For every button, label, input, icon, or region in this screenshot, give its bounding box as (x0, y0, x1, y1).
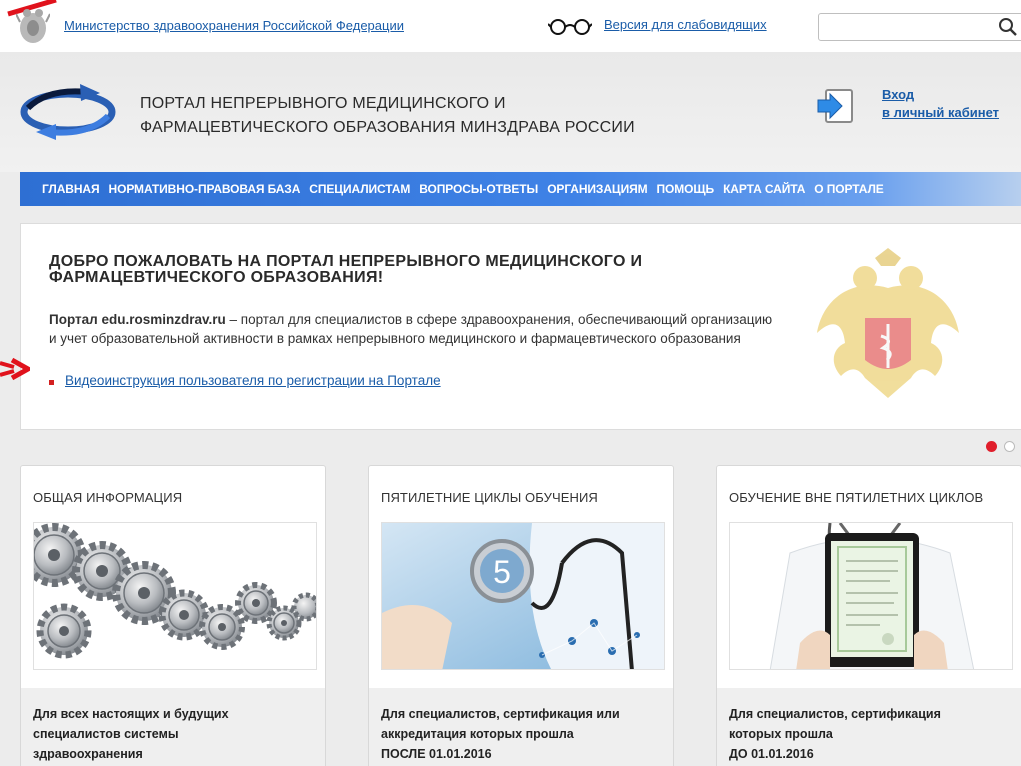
nav-item-help[interactable]: ПОМОЩЬ (657, 182, 715, 196)
card-desc-line2: которых прошла (729, 727, 833, 741)
card-title[interactable]: ПЯТИЛЕТНИЕ ЦИКЛЫ ОБУЧЕНИЯ (381, 490, 598, 505)
card-outside-five-year-cycles[interactable]: ОБУЧЕНИЕ ВНЕ ПЯТИЛЕТНИХ ЦИКЛОВ Для специ… (716, 465, 1021, 766)
search-input[interactable] (818, 13, 1021, 41)
card-footer: Для специалистов, сертификация которых п… (717, 688, 1021, 766)
glasses-icon[interactable] (548, 18, 592, 36)
doctor-tablet-certificate-image[interactable] (729, 522, 1013, 670)
doctor-tablet-icon (730, 523, 1012, 669)
card-desc-line1: Для всех настоящих и будущих (33, 707, 229, 721)
portal-logo-icon[interactable] (18, 82, 126, 140)
welcome-title: ДОБРО ПОЖАЛОВАТЬ НА ПОРТАЛ НЕПРЕРЫВНОГО … (49, 254, 709, 286)
red-annotation-arrow-icon (0, 357, 30, 381)
card-footer: Для специалистов, сертификация или аккре… (369, 688, 673, 766)
card-general-info[interactable]: ОБЩАЯ ИНФОРМАЦИЯ Для всех настоящих и бу… (20, 465, 326, 766)
low-vision-version-link[interactable]: Версия для слабовидящих (604, 17, 767, 32)
slider-dot-active[interactable] (986, 441, 997, 452)
portal-title-line2: ФАРМАЦЕВТИЧЕСКОГО ОБРАЗОВАНИЯ МИНЗДРАВА … (140, 119, 635, 136)
doctor-stethoscope-image[interactable]: 5 (381, 522, 665, 670)
login-link[interactable]: Вход в личный кабинет (882, 86, 999, 122)
nav-item-home[interactable]: ГЛАВНАЯ (42, 182, 100, 196)
card-desc-line2: специалистов системы (33, 727, 179, 741)
top-bar: Министерство здравоохранения Российской … (0, 0, 1021, 52)
card-description: Для специалистов, сертификация или аккре… (381, 704, 661, 764)
welcome-title-line2: ФАРМАЦЕВТИЧЕСКОГО ОБРАЗОВАНИЯ! (49, 269, 384, 286)
card-description: Для всех настоящих и будущих специалисто… (33, 704, 313, 764)
portal-title: ПОРТАЛ НЕПРЕРЫВНОГО МЕДИЦИНСКОГО И ФАРМА… (140, 92, 700, 140)
ministry-emblem-icon (16, 9, 50, 43)
gears-icon (34, 523, 316, 669)
nav-item-legal-base[interactable]: НОРМАТИВНО-ПРАВОВАЯ БАЗА (109, 182, 301, 196)
welcome-text-part1: – портал для специалистов в сфере здраво… (225, 312, 773, 327)
doctor-stethoscope-icon: 5 (382, 523, 664, 669)
coat-of-arms-icon (817, 248, 959, 398)
card-desc-line3: здравоохранения (33, 747, 143, 761)
nav-item-specialists[interactable]: СПЕЦИАЛИСТАМ (309, 182, 410, 196)
card-desc-line2: аккредитация которых прошла (381, 727, 574, 741)
card-description: Для специалистов, сертификация которых п… (729, 704, 1009, 764)
slider-dot[interactable] (1004, 441, 1015, 452)
ministry-link[interactable]: Министерство здравоохранения Российской … (64, 18, 404, 33)
login-link-line1[interactable]: Вход (882, 86, 999, 104)
nav-item-faq[interactable]: ВОПРОСЫ-ОТВЕТЫ (419, 182, 538, 196)
portal-title-line1: ПОРТАЛ НЕПРЕРЫВНОГО МЕДИЦИНСКОГО И (140, 95, 506, 112)
card-title[interactable]: ОБУЧЕНИЕ ВНЕ ПЯТИЛЕТНИХ ЦИКЛОВ (729, 490, 983, 505)
card-desc-line3: ДО 01.01.2016 (729, 747, 814, 761)
login-link-line2[interactable]: в личный кабинет (882, 104, 999, 122)
welcome-text-part2: и учет образовательной активности в рамк… (49, 331, 741, 346)
nav-item-sitemap[interactable]: КАРТА САЙТА (723, 182, 805, 196)
card-desc-line1: Для специалистов, сертификация или (381, 707, 620, 721)
login-icon[interactable] (814, 86, 856, 126)
main-nav: ГЛАВНАЯ НОРМАТИВНО-ПРАВОВАЯ БАЗА СПЕЦИАЛ… (20, 172, 1021, 206)
welcome-description: Портал edu.rosminzdrav.ru – портал для с… (49, 310, 859, 348)
welcome-title-line1: ДОБРО ПОЖАЛОВАТЬ НА ПОРТАЛ НЕПРЕРЫВНОГО … (49, 253, 643, 270)
welcome-panel: ДОБРО ПОЖАЛОВАТЬ НА ПОРТАЛ НЕПРЕРЫВНОГО … (20, 223, 1021, 430)
card-footer: Для всех настоящих и будущих специалисто… (21, 688, 325, 766)
cycle-number: 5 (493, 554, 511, 590)
video-instruction-link[interactable]: Видеоинструкция пользователя по регистра… (65, 373, 441, 388)
card-desc-line1: Для специалистов, сертификация (729, 707, 941, 721)
gears-image[interactable] (33, 522, 317, 670)
card-title[interactable]: ОБЩАЯ ИНФОРМАЦИЯ (33, 490, 182, 505)
portal-name: Портал edu.rosminzdrav.ru (49, 312, 226, 327)
card-five-year-cycles[interactable]: ПЯТИЛЕТНИЕ ЦИКЛЫ ОБУЧЕНИЯ 5 Для специали… (368, 465, 674, 766)
nav-item-organizations[interactable]: ОРГАНИЗАЦИЯМ (547, 182, 647, 196)
nav-item-about[interactable]: О ПОРТАЛЕ (814, 182, 883, 196)
bullet-icon (49, 380, 54, 385)
card-desc-line3: ПОСЛЕ 01.01.2016 (381, 747, 492, 761)
search-icon[interactable] (998, 17, 1018, 37)
